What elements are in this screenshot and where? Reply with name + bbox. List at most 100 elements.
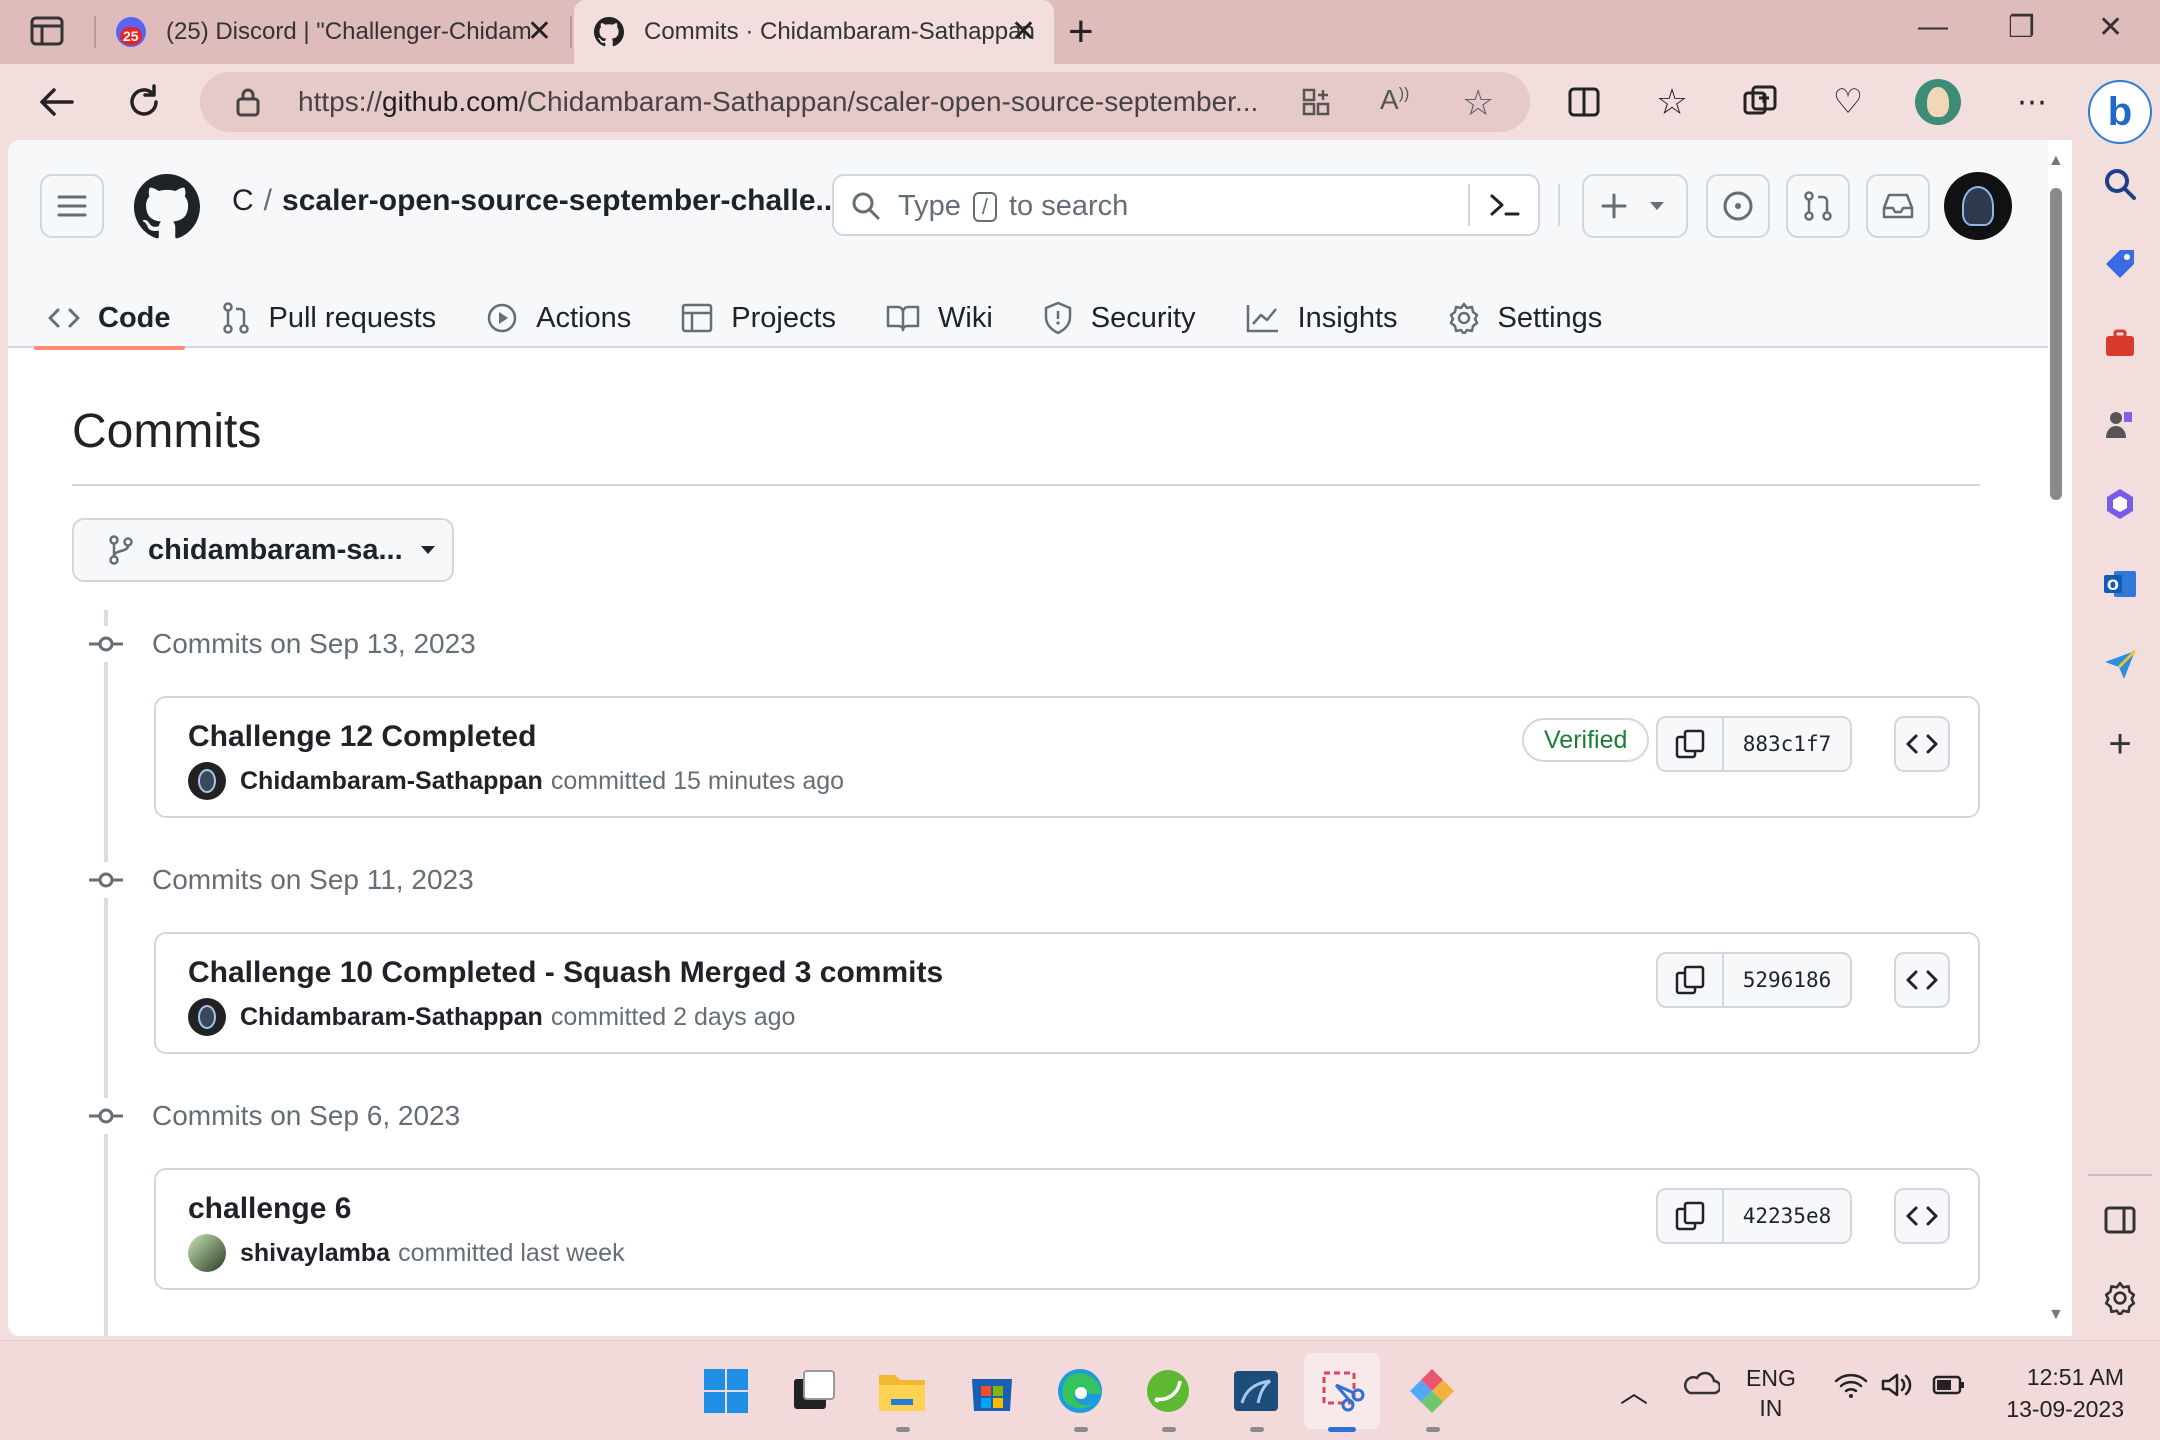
author-link[interactable]: Chidambaram-Sathappan (240, 1003, 543, 1032)
shopping-tag-icon[interactable] (2100, 244, 2140, 284)
profile-avatar[interactable] (1914, 78, 1962, 126)
volume-icon[interactable] (1880, 1371, 1912, 1405)
favorites-icon[interactable]: ☆ (1648, 78, 1696, 126)
author-link[interactable]: Chidambaram-Sathappan (240, 767, 543, 796)
pull-requests-icon[interactable] (1786, 174, 1850, 238)
repo-name-link[interactable]: scaler-open-source-september-challe... (282, 184, 841, 217)
copy-sha-icon[interactable] (1658, 954, 1724, 1006)
commit-sha-link[interactable]: 42235e8 (1724, 1190, 1850, 1242)
close-window-icon[interactable]: ✕ (2098, 10, 2123, 45)
running-indicator (1074, 1427, 1088, 1432)
lock-icon[interactable] (234, 86, 262, 123)
branch-selector-button[interactable]: chidambaram-sa... (72, 518, 454, 582)
mysql-workbench-icon[interactable] (1230, 1365, 1282, 1417)
github-logo-icon[interactable] (134, 174, 200, 245)
inbox-icon[interactable] (1866, 174, 1930, 238)
collections-icon[interactable] (1736, 78, 1784, 126)
microsoft-store-icon[interactable] (966, 1365, 1018, 1417)
commit-message-link[interactable]: Challenge 10 Completed - Squash Merged 3… (188, 956, 943, 990)
favorite-star-icon[interactable]: ☆ (1462, 82, 1494, 124)
restore-icon[interactable]: ❐ (2008, 10, 2035, 45)
author-avatar[interactable] (188, 762, 226, 800)
running-indicator (896, 1427, 910, 1432)
file-explorer-icon[interactable] (876, 1365, 928, 1417)
tab-actions[interactable]: Actions (486, 290, 631, 346)
new-tab-button[interactable]: + (1068, 8, 1094, 56)
scrollbar-thumb[interactable] (2050, 188, 2062, 500)
split-screen-icon[interactable] (1560, 78, 1608, 126)
tab-code[interactable]: Code (34, 290, 184, 350)
close-tab-icon[interactable]: ✕ (527, 17, 552, 47)
address-bar[interactable]: https://github.com/Chidambaram-Sathappan… (200, 72, 1530, 132)
verified-badge[interactable]: Verified (1522, 718, 1650, 762)
tab-label: Actions (536, 301, 632, 334)
author-avatar[interactable] (188, 1234, 226, 1272)
close-tab-icon[interactable]: ✕ (1011, 17, 1036, 47)
games-icon[interactable] (2100, 404, 2140, 444)
browse-repo-at-commit-button[interactable] (1894, 952, 1950, 1008)
minimize-icon[interactable]: — (1918, 10, 1948, 44)
read-aloud-icon[interactable]: A)) (1380, 84, 1409, 116)
show-hidden-icons[interactable]: ︿ (1620, 1371, 1648, 1411)
spring-tool-icon[interactable] (1142, 1365, 1194, 1417)
refresh-icon[interactable] (120, 78, 168, 126)
repo-owner-link[interactable]: C (232, 184, 254, 217)
commit-sha-link[interactable]: 5296186 (1724, 954, 1850, 1006)
page-scrollbar[interactable]: ▲ ▼ (2048, 150, 2064, 1330)
commit-sha-link[interactable]: 883c1f7 (1724, 718, 1850, 770)
task-view-icon[interactable] (788, 1365, 840, 1417)
tab-github-commits[interactable]: Commits · Chidambaram-Sathappan ✕ (574, 0, 1054, 64)
app-available-icon[interactable] (1300, 86, 1332, 123)
tools-icon[interactable] (2100, 324, 2140, 364)
battery-icon[interactable] (1932, 1373, 1966, 1403)
tab-pull-requests[interactable]: Pull requests (221, 290, 436, 346)
git-tool-icon[interactable] (1406, 1365, 1458, 1417)
issues-icon[interactable] (1706, 174, 1770, 238)
commit-time: 15 minutes ago (673, 766, 845, 795)
url-scheme: https:// (298, 86, 383, 117)
scroll-down-icon[interactable]: ▼ (2048, 1306, 2064, 1324)
sidebar-settings-icon[interactable] (2100, 1278, 2140, 1318)
copilot-icon[interactable]: b (2088, 80, 2152, 144)
tab-actions-icon[interactable] (28, 14, 68, 50)
user-avatar[interactable] (1944, 172, 2012, 240)
edge-browser-icon[interactable] (1054, 1365, 1106, 1417)
play-icon (487, 303, 517, 333)
outlook-icon[interactable]: O (2100, 564, 2140, 604)
tab-wiki[interactable]: Wiki (886, 290, 993, 346)
microsoft-365-icon[interactable] (2100, 484, 2140, 524)
tab-settings[interactable]: Settings (1448, 290, 1602, 346)
send-icon[interactable] (2100, 644, 2140, 684)
tab-projects[interactable]: Projects (681, 290, 836, 346)
search-input[interactable]: Type / to search (832, 174, 1540, 236)
tab-discord[interactable]: 25 (25) Discord | "Challenger-Chidam ✕ (100, 0, 570, 64)
snipping-tool-icon[interactable] (1316, 1365, 1368, 1417)
scroll-up-icon[interactable]: ▲ (2048, 152, 2064, 170)
commit-message-link[interactable]: challenge 6 (188, 1192, 351, 1226)
author-link[interactable]: shivaylamba (240, 1239, 390, 1268)
language-indicator[interactable]: ENG IN (1746, 1363, 1796, 1423)
tab-insights[interactable]: Insights (1246, 290, 1398, 346)
back-icon[interactable] (32, 78, 80, 126)
copy-sha-icon[interactable] (1658, 1190, 1724, 1242)
browse-repo-at-commit-button[interactable] (1894, 1188, 1950, 1244)
clock[interactable]: 12:51 AM 13-09-2023 (1994, 1361, 2124, 1425)
commit-message-link[interactable]: Challenge 12 Completed (188, 720, 536, 754)
windows-start-icon[interactable] (700, 1365, 752, 1417)
shield-icon (1044, 301, 1072, 335)
command-palette-icon[interactable] (1488, 190, 1522, 225)
author-avatar[interactable] (188, 998, 226, 1036)
browse-repo-at-commit-button[interactable] (1894, 716, 1950, 772)
copy-sha-icon[interactable] (1658, 718, 1724, 770)
tab-security[interactable]: Security (1043, 290, 1196, 346)
hamburger-menu-icon[interactable] (40, 174, 104, 238)
search-icon[interactable] (2100, 164, 2140, 204)
add-sidebar-app-icon[interactable]: + (2100, 722, 2140, 766)
browser-essentials-icon[interactable]: ♡ (1824, 78, 1872, 126)
running-indicator (1250, 1427, 1264, 1432)
onedrive-icon[interactable] (1682, 1369, 1722, 1403)
create-new-button[interactable] (1582, 174, 1688, 238)
hide-sidebar-icon[interactable] (2100, 1200, 2140, 1240)
wifi-icon[interactable] (1834, 1371, 1868, 1405)
more-menu-icon[interactable]: ⋯ (2008, 78, 2056, 126)
